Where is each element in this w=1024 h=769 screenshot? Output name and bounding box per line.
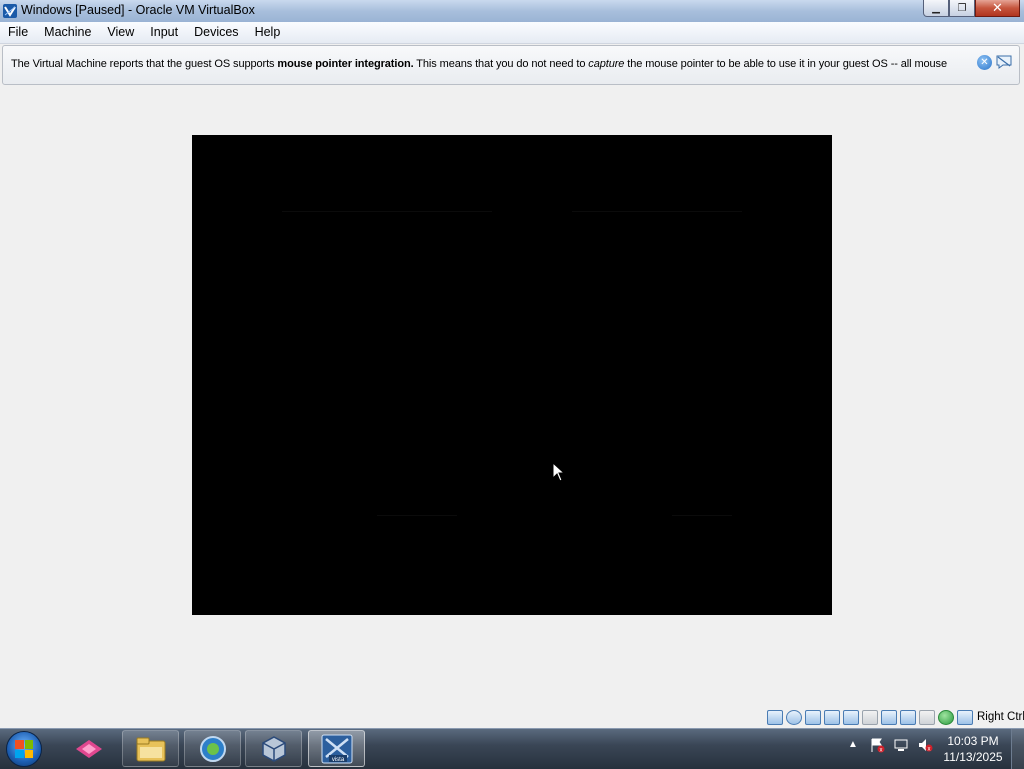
volume-muted-icon[interactable]: x (917, 737, 933, 753)
vm-display[interactable] (192, 135, 832, 615)
menu-help[interactable]: Help (247, 22, 289, 43)
mouse-integration-notice: The Virtual Machine reports that the gue… (2, 45, 1020, 85)
window-titlebar[interactable]: Windows [Paused] - Oracle VM VirtualBox … (0, 0, 1024, 23)
clock-date: 11/13/2025 (943, 750, 1003, 764)
hard-disk-icon[interactable] (767, 710, 783, 725)
taskbar-media-app[interactable] (184, 730, 241, 767)
taskbar-virtualbox[interactable] (245, 730, 302, 767)
taskbar: vista ▲ x x 10:03 PM 11/13/2025 (0, 728, 1024, 769)
notice-dont-show-icon[interactable] (995, 54, 1013, 70)
notice-text-1: The Virtual Machine reports that the gue… (11, 58, 278, 70)
vista-vm-icon: vista (321, 734, 352, 763)
network-icon[interactable] (824, 710, 840, 725)
menu-input[interactable]: Input (142, 22, 186, 43)
photo-app-icon (75, 739, 102, 758)
action-center-icon[interactable]: x (869, 737, 885, 753)
media-app-icon (199, 735, 226, 762)
mouse-pointer-icon (552, 462, 566, 482)
windows-logo-icon (15, 740, 33, 758)
notice-text-3: the mouse pointer to be able to use it i… (624, 58, 947, 70)
menu-bar: File Machine View Input Devices Help (0, 22, 1024, 44)
vm-status-bar: Right Ctrl (0, 706, 1024, 728)
menu-file[interactable]: File (0, 22, 36, 43)
network-status-icon[interactable] (893, 737, 909, 753)
start-button[interactable] (6, 731, 42, 767)
display-icon[interactable] (881, 710, 897, 725)
maximize-button[interactable]: ❐ (949, 0, 975, 17)
notice-text-2: This means that you do not need to (413, 58, 589, 70)
svg-text:x: x (880, 748, 883, 754)
menu-view[interactable]: View (99, 22, 142, 43)
display-artifact (672, 515, 732, 516)
shared-folders-icon[interactable] (862, 710, 878, 725)
vrde-icon[interactable] (919, 710, 935, 725)
show-desktop-button[interactable] (1011, 729, 1024, 769)
taskbar-file-explorer[interactable] (122, 730, 179, 767)
system-tray: ▲ x x (845, 737, 933, 753)
virtualbox-app-icon[interactable] (2, 3, 18, 19)
file-explorer-icon (136, 737, 165, 761)
notice-close-icon[interactable]: ✕ (977, 55, 992, 70)
mouse-integration-icon[interactable] (938, 710, 954, 725)
virtualbox-icon (261, 735, 286, 762)
host-key-icon[interactable] (957, 710, 973, 725)
window-title: Windows [Paused] - Oracle VM VirtualBox (21, 3, 255, 17)
window-controls: ▁ ❐ ✕ (923, 0, 1020, 18)
video-capture-icon[interactable] (900, 710, 916, 725)
host-key-label: Right Ctrl (977, 711, 1024, 723)
optical-drive-icon[interactable] (786, 710, 802, 725)
usb-icon[interactable] (843, 710, 859, 725)
svg-text:x: x (928, 747, 931, 753)
taskbar-vista-vm[interactable]: vista (308, 730, 365, 767)
menu-machine[interactable]: Machine (36, 22, 99, 43)
vista-vm-label: vista (331, 757, 344, 763)
display-artifact (377, 515, 457, 516)
display-artifact (572, 211, 742, 212)
close-button[interactable]: ✕ (975, 0, 1020, 17)
notice-italic-text: capture (588, 58, 625, 70)
clock-time: 10:03 PM (947, 734, 999, 748)
minimize-button[interactable]: ▁ (923, 0, 949, 17)
menu-devices[interactable]: Devices (186, 22, 246, 43)
notice-bold-text: mouse pointer integration. (277, 58, 414, 70)
notice-message: The Virtual Machine reports that the gue… (11, 58, 947, 70)
audio-icon[interactable] (805, 710, 821, 725)
display-artifact (282, 211, 492, 212)
status-indicators (767, 710, 973, 725)
clock[interactable]: 10:03 PM 11/13/2025 (940, 733, 1006, 765)
taskbar-photo-app[interactable] (60, 730, 117, 767)
show-hidden-icons-button[interactable]: ▲ (845, 737, 861, 753)
